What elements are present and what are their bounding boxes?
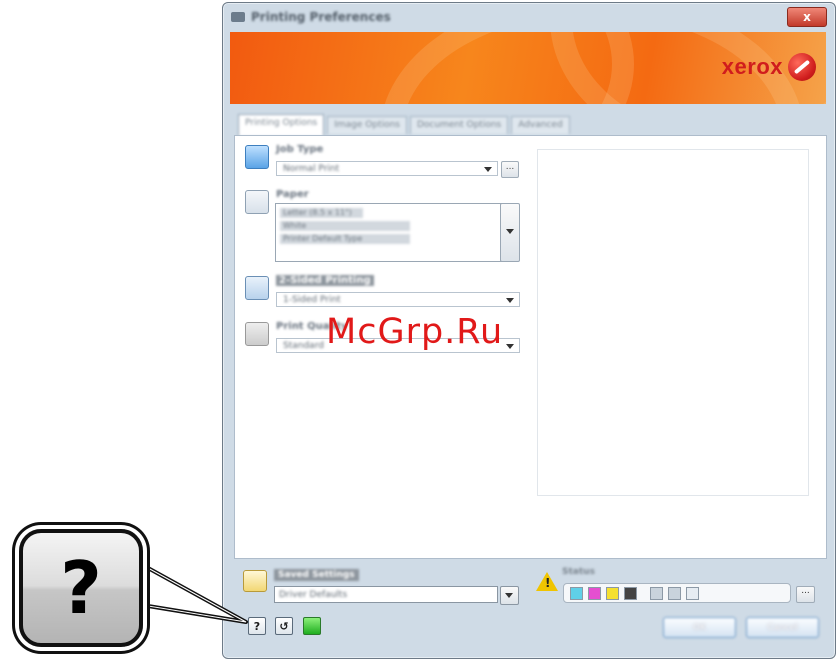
tray-2-icon <box>668 587 681 600</box>
job-type-value: Normal Print <box>283 164 340 174</box>
job-type-more-button[interactable]: ... <box>501 161 519 178</box>
saved-settings-value: Driver Defaults <box>279 590 348 600</box>
paper-summary-box[interactable]: Letter (8.5 x 11") White Printer Default… <box>275 203 502 262</box>
paper-color-line: White <box>280 221 410 231</box>
job-type-label: Job Type <box>276 144 324 155</box>
printer-icon <box>231 12 245 22</box>
close-button[interactable]: x <box>787 7 827 27</box>
status-strip[interactable] <box>563 583 791 603</box>
status-label: Status <box>562 567 595 577</box>
xerox-banner: xerox <box>230 32 826 104</box>
logo-text: xerox <box>721 54 783 79</box>
tray-3-icon <box>686 587 699 600</box>
xerox-ball-icon <box>788 53 816 81</box>
tab-strip: Printing Options Image Options Document … <box>238 114 573 136</box>
xerox-logo: xerox <box>722 50 816 84</box>
yellow-toner-icon <box>606 587 619 600</box>
tab-printing-options[interactable]: Printing Options <box>238 114 325 136</box>
chevron-down-icon <box>505 593 513 598</box>
tab-document-options[interactable]: Document Options <box>410 116 509 134</box>
quality-icon <box>245 322 269 346</box>
saved-settings-icon <box>243 570 267 592</box>
two-sided-label: 2-Sided Printing <box>276 275 374 286</box>
paper-icon <box>245 190 269 214</box>
title-bar: Printing Preferences x <box>223 3 835 31</box>
reset-button[interactable]: ↺ <box>275 617 293 635</box>
quality-value: Standard <box>283 341 324 351</box>
two-sided-icon <box>245 276 269 300</box>
earth-smart-button[interactable] <box>303 617 321 635</box>
paper-label: Paper <box>276 189 309 200</box>
watermark: McGrp.Ru <box>326 312 504 352</box>
black-toner-icon <box>624 587 637 600</box>
saved-settings-dropdown[interactable] <box>500 586 519 605</box>
ok-button[interactable]: OK <box>663 617 736 638</box>
chevron-down-icon <box>484 167 492 172</box>
paper-dropdown-button[interactable] <box>500 203 520 262</box>
tray-1-icon <box>650 587 663 600</box>
tab-image-options[interactable]: Image Options <box>327 116 407 134</box>
preview-area <box>537 149 809 496</box>
chevron-down-icon <box>506 344 514 349</box>
window-title: Printing Preferences <box>251 10 391 24</box>
paper-size-line: Letter (8.5 x 11") <box>280 208 363 218</box>
chevron-down-icon <box>506 229 514 234</box>
cyan-toner-icon <box>570 587 583 600</box>
paper-type-line: Printer Default Type <box>280 234 410 244</box>
help-button[interactable]: ? <box>248 617 266 635</box>
two-sided-select[interactable]: 1-Sided Print <box>276 292 520 307</box>
cancel-button[interactable]: Cancel <box>746 617 819 638</box>
warning-mark: ! <box>545 576 551 590</box>
chevron-down-icon <box>506 298 514 303</box>
help-icon-callout: ? <box>19 529 143 647</box>
magenta-toner-icon <box>588 587 601 600</box>
saved-settings-select[interactable]: Driver Defaults <box>274 586 498 603</box>
saved-settings-label: Saved Settings <box>274 569 359 581</box>
status-more-button[interactable]: ... <box>796 586 815 603</box>
tab-advanced[interactable]: Advanced <box>511 116 570 134</box>
printer-icon <box>245 145 269 169</box>
job-type-select[interactable]: Normal Print <box>276 161 498 176</box>
two-sided-value: 1-Sided Print <box>283 295 341 305</box>
